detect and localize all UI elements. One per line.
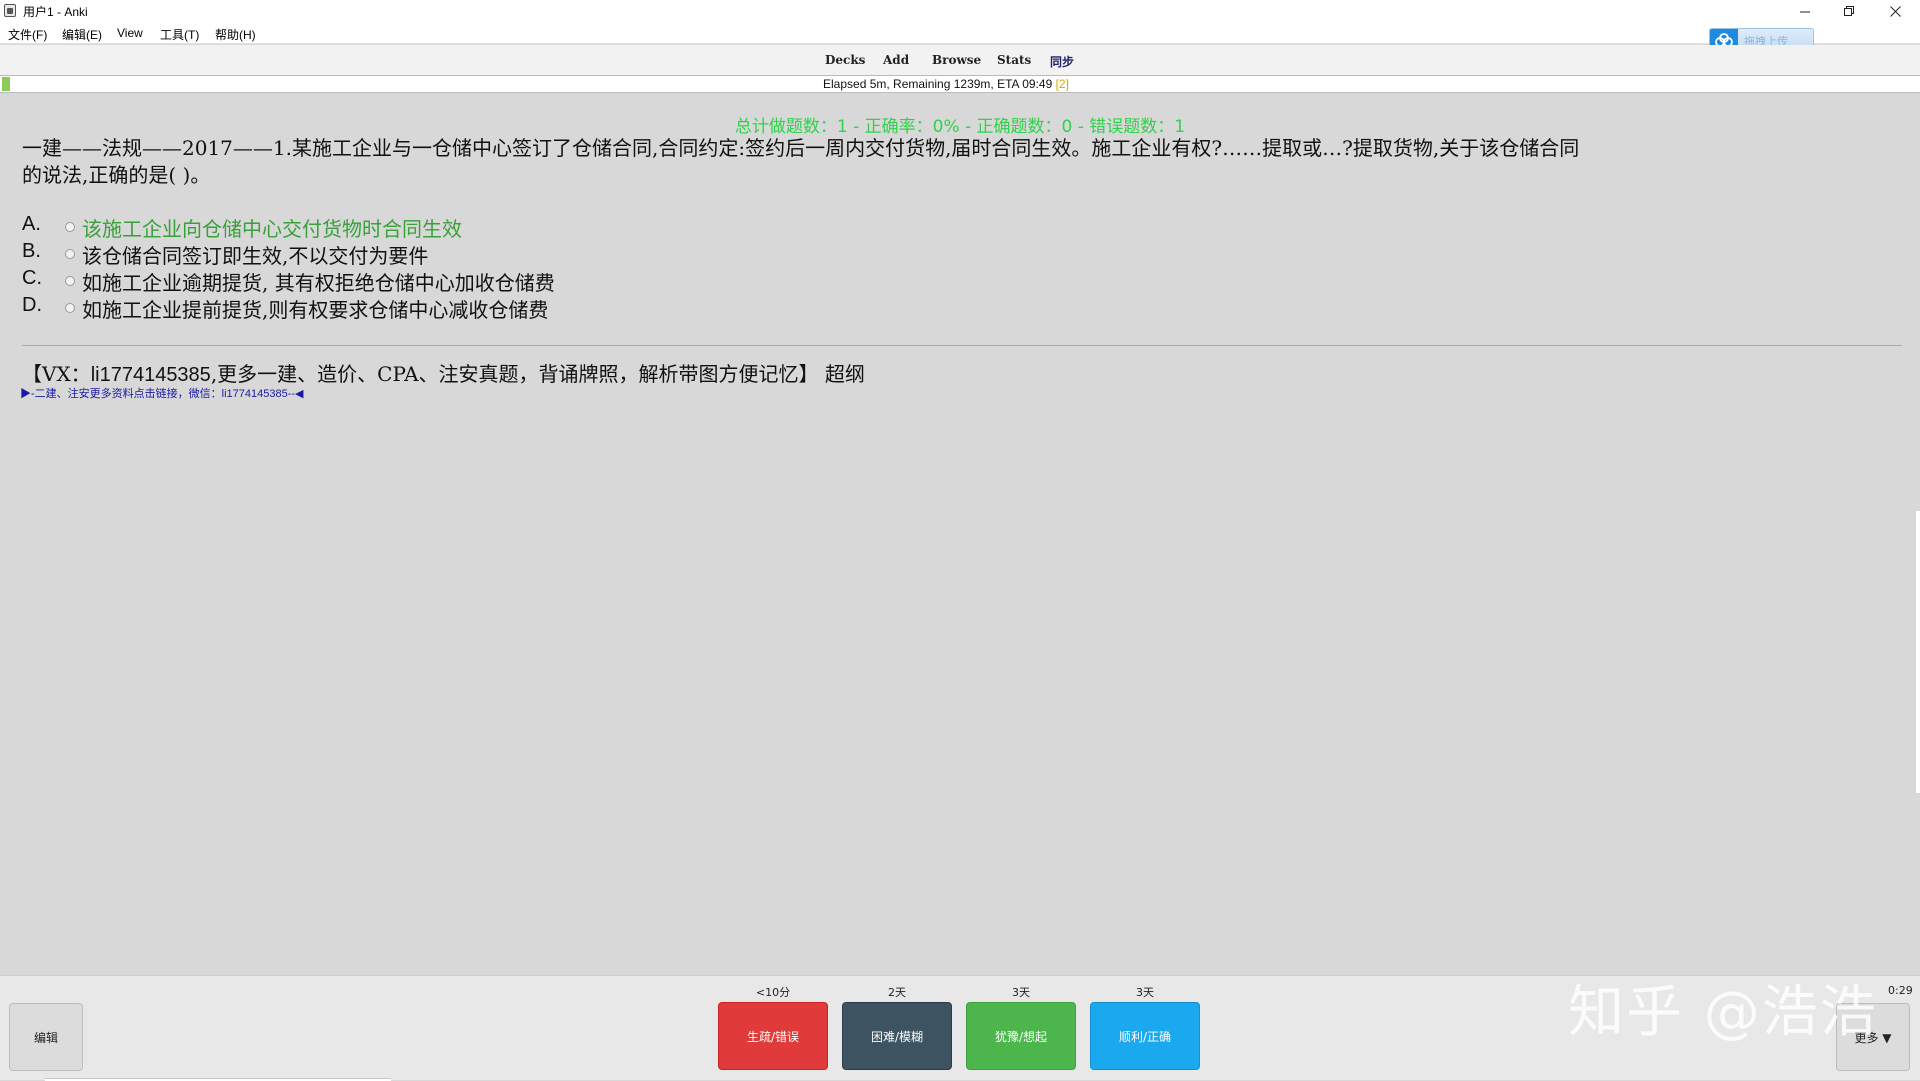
hard-button[interactable]: 困难/模糊 xyxy=(842,1002,952,1070)
progress-text: Elapsed 5m, Remaining 1239m, ETA 09:49 [… xyxy=(823,77,1069,91)
toolbar-sync-link[interactable]: 同步 xyxy=(1050,53,1074,70)
menu-file[interactable]: 文件(F) xyxy=(8,26,47,43)
option-text: 该仓储合同签订即生效,不以交付为要件 xyxy=(82,244,429,268)
menu-tools[interactable]: 工具(T) xyxy=(160,26,199,43)
good-button[interactable]: 犹豫/想起 xyxy=(966,1002,1076,1070)
again-interval: <10分 xyxy=(755,986,791,999)
note-id: li1774145385 xyxy=(90,364,211,386)
question-line-2: 的说法,正确的是( )。 xyxy=(22,163,211,187)
option-a[interactable]: A. 该施工企业向仓储中心交付货物时合同生效 xyxy=(22,213,922,241)
note-rest: ,更多一建、造价、CPA、注安真题，背诵牌照，解析带图方便记忆】 超纲 xyxy=(210,362,865,386)
option-letter: A. xyxy=(22,213,41,235)
question-line-1: 一建——法规——2017——1.某施工企业与一仓储中心签订了仓储合同,合同约定:… xyxy=(22,136,1580,160)
anki-app-icon xyxy=(4,4,16,17)
option-letter: D. xyxy=(22,294,42,316)
note-prefix: 【VX： xyxy=(22,362,91,386)
progress-fill xyxy=(2,77,10,91)
main-toolbar: Decks Add Browse Stats 同步 xyxy=(0,45,1920,75)
toolbar-decks-link[interactable]: Decks xyxy=(825,53,865,67)
card-timer: 0:29 xyxy=(1888,984,1913,997)
progress-bar: Elapsed 5m, Remaining 1239m, ETA 09:49 [… xyxy=(0,75,1920,93)
option-a-radio[interactable] xyxy=(65,222,75,232)
again-button[interactable]: 生疏/错误 xyxy=(718,1002,828,1070)
restore-icon[interactable] xyxy=(1826,0,1872,22)
option-d[interactable]: D. 如施工企业提前提货,则有权要求仓储中心减收仓储费 xyxy=(22,294,922,322)
menu-bar: 文件(F) 编辑(E) View 工具(T) 帮助(H) xyxy=(0,22,1920,44)
option-text: 该施工企业向仓储中心交付货物时合同生效 xyxy=(82,217,462,241)
window-title: 用户1 - Anki xyxy=(23,5,88,19)
option-text: 如施工企业逾期提货, 其有权拒绝仓储中心加收仓储费 xyxy=(82,271,555,295)
easy-interval: 3天 xyxy=(1136,986,1154,999)
option-letter: C. xyxy=(22,267,42,289)
title-bar: 用户1 - Anki xyxy=(0,0,1920,22)
easy-button[interactable]: 顺利/正确 xyxy=(1090,1002,1200,1070)
progress-suffix: [2] xyxy=(1055,77,1069,91)
question-text: 一建——法规——2017——1.某施工企业与一仓储中心签订了仓储合同,合同约定:… xyxy=(22,135,1902,189)
option-text: 如施工企业提前提货,则有权要求仓储中心减收仓储费 xyxy=(82,298,549,322)
option-b-radio[interactable] xyxy=(65,249,75,259)
option-b[interactable]: B. 该仓储合同签订即生效,不以交付为要件 xyxy=(22,240,922,268)
zhihu-watermark: 知乎 @浩浩 xyxy=(1568,980,1878,1045)
minimize-icon[interactable] xyxy=(1782,0,1828,22)
option-c[interactable]: C. 如施工企业逾期提货, 其有权拒绝仓储中心加收仓储费 xyxy=(22,267,922,295)
good-interval: 3天 xyxy=(1012,986,1030,999)
card-note: 【VX：li1774145385,更多一建、造价、CPA、注安真题，背诵牌照，解… xyxy=(22,358,865,387)
option-d-radio[interactable] xyxy=(65,303,75,313)
scrollbar-thumb[interactable] xyxy=(1916,511,1920,793)
hard-interval: 2天 xyxy=(888,986,906,999)
answer-divider xyxy=(22,345,1902,346)
quiz-stats: 总计做题数：1 - 正确率：0% - 正确题数：0 - 错误题数：1 xyxy=(734,117,1186,137)
menu-edit[interactable]: 编辑(E) xyxy=(62,26,102,43)
option-c-radio[interactable] xyxy=(65,276,75,286)
card-content: 总计做题数：1 - 正确率：0% - 正确题数：0 - 错误题数：1 一建——法… xyxy=(0,93,1920,975)
toolbar-stats-link[interactable]: Stats xyxy=(997,53,1031,67)
toolbar-add-link[interactable]: Add xyxy=(883,53,909,67)
resource-link[interactable]: ▶-二建、注安更多资料点击链接，微信：li1774145385--◀ xyxy=(20,385,304,401)
toolbar-browse-link[interactable]: Browse xyxy=(932,53,981,67)
progress-time-text: Elapsed 5m, Remaining 1239m, ETA 09:49 xyxy=(823,77,1053,91)
menu-help[interactable]: 帮助(H) xyxy=(215,26,256,43)
edit-button[interactable]: 编辑 xyxy=(9,1003,83,1071)
option-letter: B. xyxy=(22,240,41,262)
menu-view[interactable]: View xyxy=(117,26,143,40)
close-icon[interactable] xyxy=(1872,0,1918,22)
